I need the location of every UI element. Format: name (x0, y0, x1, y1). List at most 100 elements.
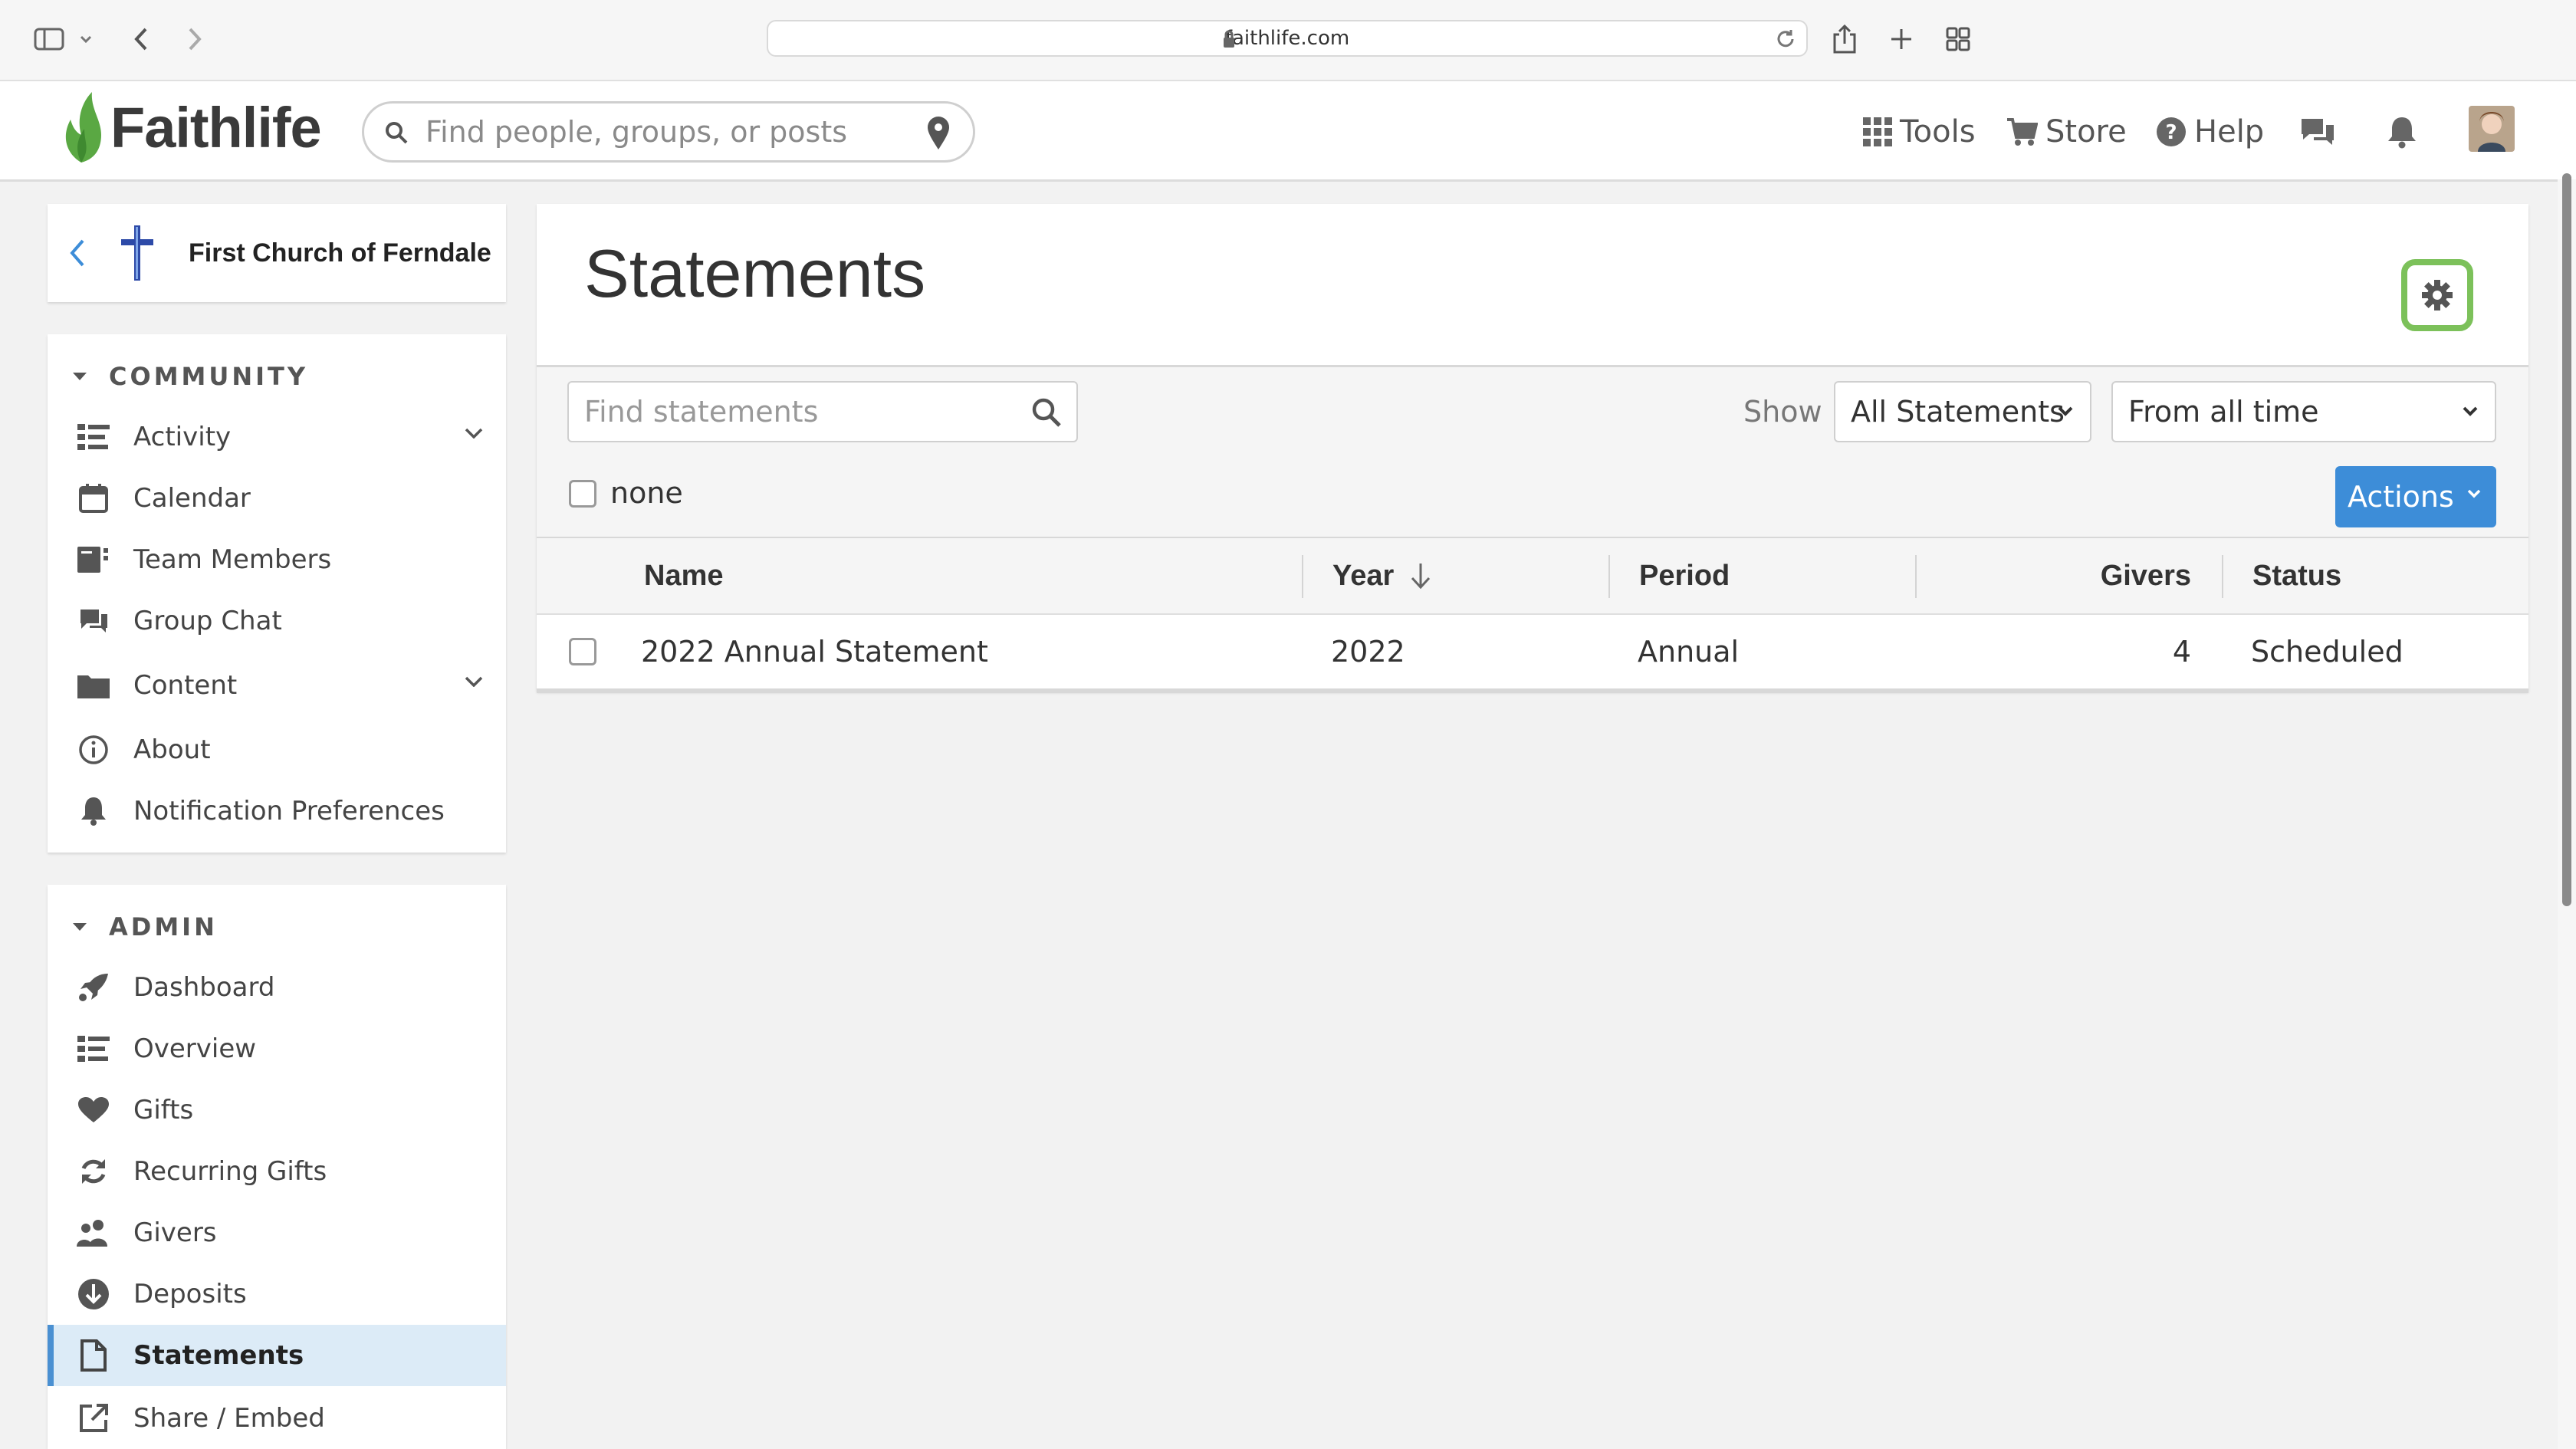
gear-icon (2422, 280, 2453, 310)
sidebar-item-label: Dashboard (133, 972, 275, 1003)
sidebar-item-label: Recurring Gifts (133, 1156, 327, 1187)
column-divider (1915, 555, 1917, 598)
sidebar-item-share-embed[interactable]: Share / Embed (48, 1388, 506, 1449)
selection-toolbar: none Actions (537, 452, 2528, 539)
back-arrow-icon[interactable] (127, 20, 155, 58)
church-cross-logo (118, 224, 156, 282)
column-header-year[interactable]: Year (1332, 538, 1394, 613)
chevron-down-icon[interactable] (75, 20, 97, 58)
sidebar-item-recurring-gifts[interactable]: Recurring Gifts (48, 1141, 506, 1202)
page-title: Statements (584, 235, 926, 311)
url-text: faithlife.com (1224, 27, 1350, 50)
sidebar-item-calendar[interactable]: Calendar (48, 468, 506, 529)
forward-arrow-icon[interactable] (181, 20, 209, 58)
group-name[interactable]: First Church of Ferndale (189, 204, 491, 302)
list-icon (77, 422, 110, 452)
admin-header[interactable]: ADMIN (48, 900, 218, 954)
cell-period: Annual (1638, 635, 1740, 669)
sidebar-item-label: Overview (133, 1033, 257, 1064)
sidebar-item-givers[interactable]: Givers (48, 1202, 506, 1263)
column-header-status[interactable]: Status (2252, 538, 2341, 613)
nav-tools[interactable]: Tools (1863, 110, 1976, 153)
flame-leaf-icon (65, 92, 101, 163)
search-icon[interactable] (1030, 396, 1063, 429)
faithlife-logo[interactable]: Faithlife (58, 89, 322, 166)
time-range-value: From all time (2128, 395, 2319, 429)
sidebar-item-deposits[interactable]: Deposits (48, 1263, 506, 1325)
sidebar-item-gifts[interactable]: Gifts (48, 1079, 506, 1141)
bell-icon[interactable] (2386, 110, 2418, 153)
user-avatar[interactable] (2469, 106, 2515, 152)
search-placeholder: Find people, groups, or posts (426, 115, 848, 149)
back-chevron-icon[interactable] (67, 238, 86, 268)
caret-down-icon (73, 373, 87, 380)
actions-button[interactable]: Actions (2335, 466, 2496, 527)
sidebar-item-label: About (133, 734, 211, 765)
sidebar-item-team-members[interactable]: Team Members (48, 529, 506, 590)
sidebar-item-notification-preferences[interactable]: Notification Preferences (48, 780, 506, 842)
table-row[interactable]: 2022 Annual Statement 2022 Annual 4 Sche… (537, 615, 2528, 693)
nav-tools-label: Tools (1900, 114, 1976, 150)
sidebar-item-statements[interactable]: Statements (48, 1325, 506, 1386)
lock-icon (1222, 29, 1236, 49)
location-pin-icon[interactable] (925, 114, 951, 151)
admin-section: ADMIN Dashboard Overview Gifts Recurring… (48, 885, 506, 1449)
sidebar-item-activity[interactable]: Activity (48, 406, 506, 468)
select-all-checkbox[interactable] (569, 480, 596, 508)
actions-label: Actions (2348, 480, 2454, 514)
rocket-icon (77, 972, 110, 1003)
sidebar-item-label: Content (133, 670, 238, 701)
heart-icon (77, 1095, 110, 1125)
sidebar-item-about[interactable]: About (48, 719, 506, 780)
nav-store[interactable]: Store (2006, 110, 2127, 153)
refresh-icon (77, 1156, 110, 1187)
messages-icon[interactable] (2298, 110, 2337, 153)
nav-help[interactable]: ? Help (2156, 110, 2264, 153)
row-checkbox[interactable] (569, 638, 596, 665)
sidebar-item-label: Givers (133, 1217, 217, 1248)
table-header: Name Year Period Givers Status (537, 538, 2528, 616)
statements-panel: Statements Find statements Show All Stat… (537, 204, 2528, 693)
chevron-down-icon[interactable] (465, 676, 483, 687)
community-header[interactable]: COMMUNITY (48, 350, 308, 403)
sidebar-item-label: Gifts (133, 1095, 194, 1125)
address-bar[interactable]: faithlife.com (767, 20, 1808, 57)
column-header-name[interactable]: Name (644, 538, 724, 613)
new-tab-icon[interactable] (1886, 20, 1917, 58)
sort-arrow-down-icon[interactable] (1409, 561, 1432, 590)
sidebar-item-content[interactable]: Content (48, 655, 506, 716)
column-header-period[interactable]: Period (1639, 538, 1730, 613)
page-scrollbar-thumb[interactable] (2562, 173, 2571, 906)
sidebar-item-overview[interactable]: Overview (48, 1018, 506, 1079)
global-search-input[interactable]: Find people, groups, or posts (362, 101, 975, 163)
settings-button[interactable] (2401, 259, 2473, 331)
document-icon (77, 1339, 110, 1372)
sidebar-item-label: Deposits (133, 1279, 247, 1309)
chevron-down-icon (2467, 489, 2481, 498)
sidebar-item-label: Statements (133, 1340, 304, 1371)
sidebar-item-group-chat[interactable]: Group Chat (48, 590, 506, 652)
nav-help-label: Help (2194, 114, 2265, 150)
statement-type-select[interactable]: All Statements (1834, 381, 2091, 442)
filter-toolbar: Find statements Show All Statements From… (537, 365, 2528, 455)
sidebar-item-label: Calendar (133, 483, 251, 514)
sidebar-toggle-icon[interactable] (28, 20, 71, 58)
share-icon[interactable] (1829, 20, 1860, 58)
people-icon (77, 1217, 110, 1248)
selection-label: none (610, 476, 683, 510)
grid-icon (1863, 117, 1892, 146)
find-statements-input[interactable]: Find statements (567, 381, 1078, 442)
cell-status: Scheduled (2251, 635, 2404, 669)
chevron-down-icon[interactable] (465, 428, 483, 439)
cart-icon (2007, 118, 2038, 146)
sidebar-item-dashboard[interactable]: Dashboard (48, 957, 506, 1018)
time-range-select[interactable]: From all time (2111, 381, 2496, 442)
info-icon (77, 734, 110, 765)
column-divider (1608, 555, 1610, 598)
tab-overview-icon[interactable] (1943, 20, 1973, 58)
search-icon (384, 120, 409, 145)
cell-name[interactable]: 2022 Annual Statement (641, 615, 988, 688)
list-icon (77, 1033, 110, 1064)
reload-icon[interactable] (1774, 28, 1797, 51)
column-header-givers[interactable]: Givers (2101, 538, 2191, 613)
